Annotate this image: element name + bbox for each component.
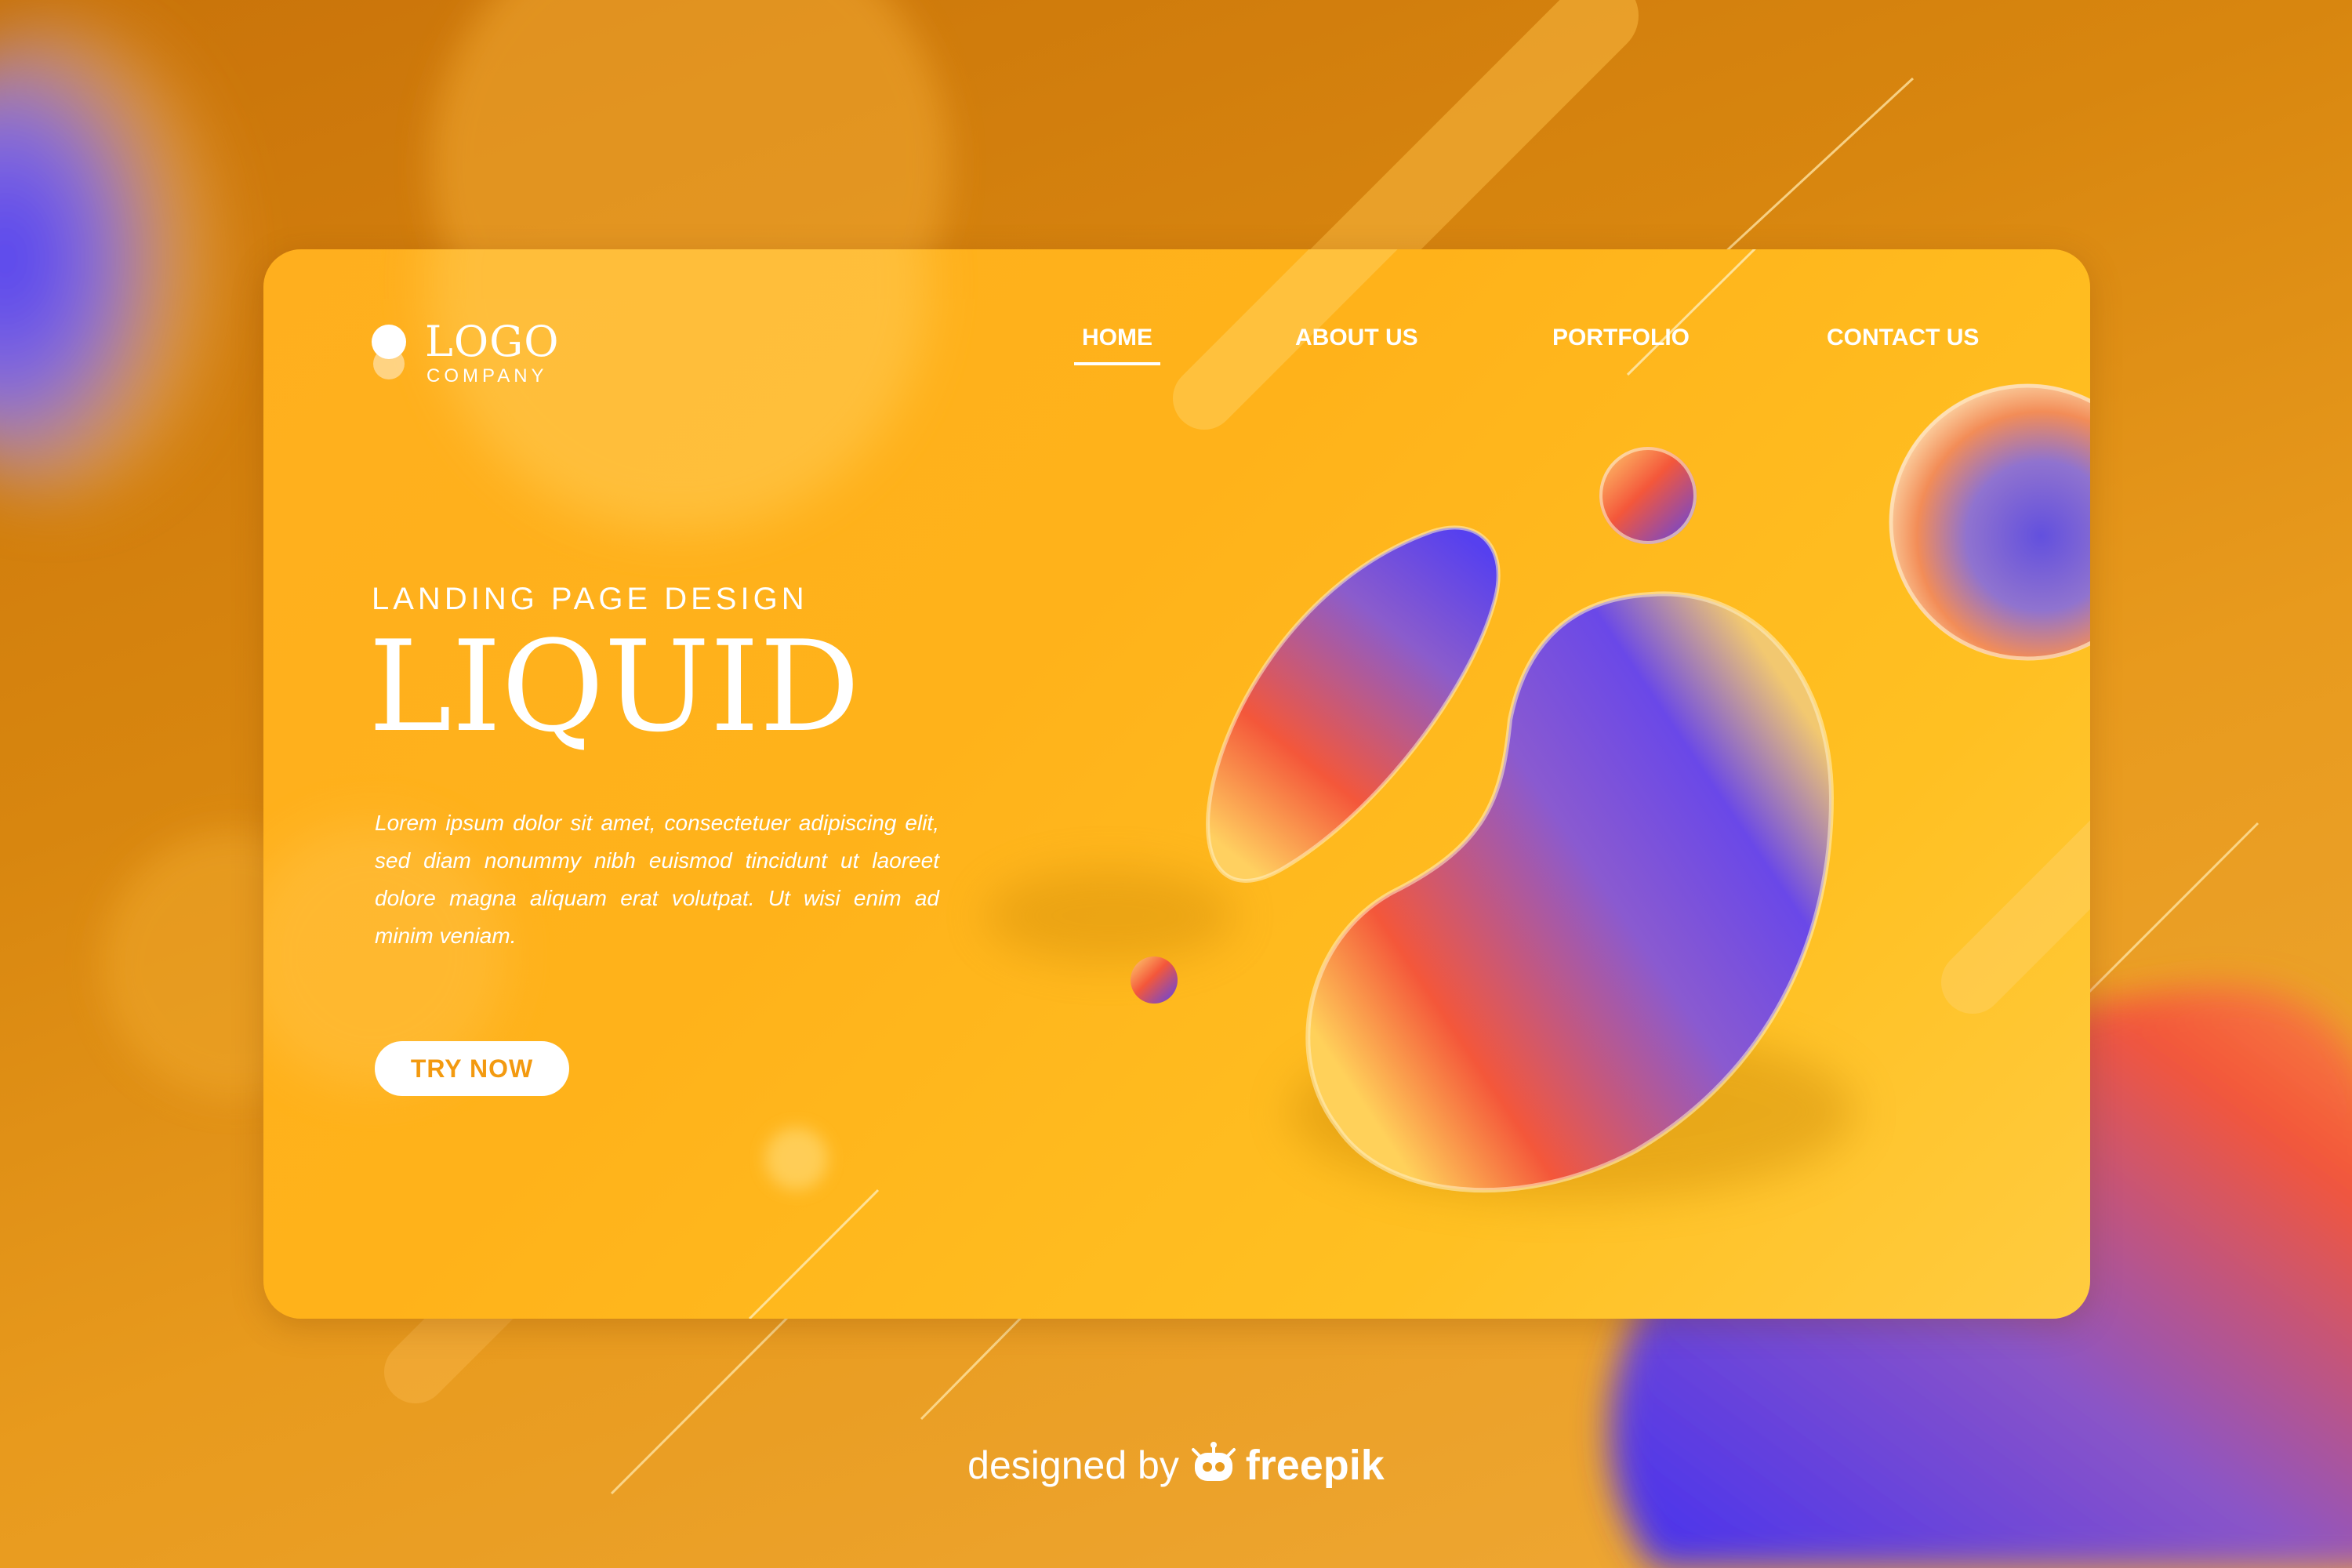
blurred-blob-top-left [0,24,220,494]
credit-brand: freepik [1245,1442,1385,1489]
landing-card: LOGO COMPANY HOME ABOUT US PORTFOLIO CON… [263,249,2090,1319]
try-now-button[interactable]: TRY NOW [375,1041,569,1096]
nav-item-home[interactable]: HOME [1074,325,1160,365]
credit-prefix: designed by [967,1443,1179,1487]
liquid-blob-small [1207,527,1499,881]
nav-item-contact-us[interactable]: CONTACT US [1827,325,1979,351]
hero-eyebrow: LANDING PAGE DESIGN [372,582,808,616]
nav-item-portfolio[interactable]: PORTFOLIO [1552,325,1690,351]
bubble-large [1889,384,2090,660]
bubble-tiny [1131,956,1178,1004]
liquid-illustration [263,249,2090,1319]
designer-credit: designed by freepik [0,1441,2352,1490]
hero-title: LIQUID [368,613,860,760]
main-nav: HOME ABOUT US PORTFOLIO CONTACT US [263,325,2090,372]
freepik-robot-icon [1192,1442,1236,1481]
hero-description: Lorem ipsum dolor sit amet, consectetuer… [375,811,939,948]
nav-item-about-us[interactable]: ABOUT US [1295,325,1418,351]
